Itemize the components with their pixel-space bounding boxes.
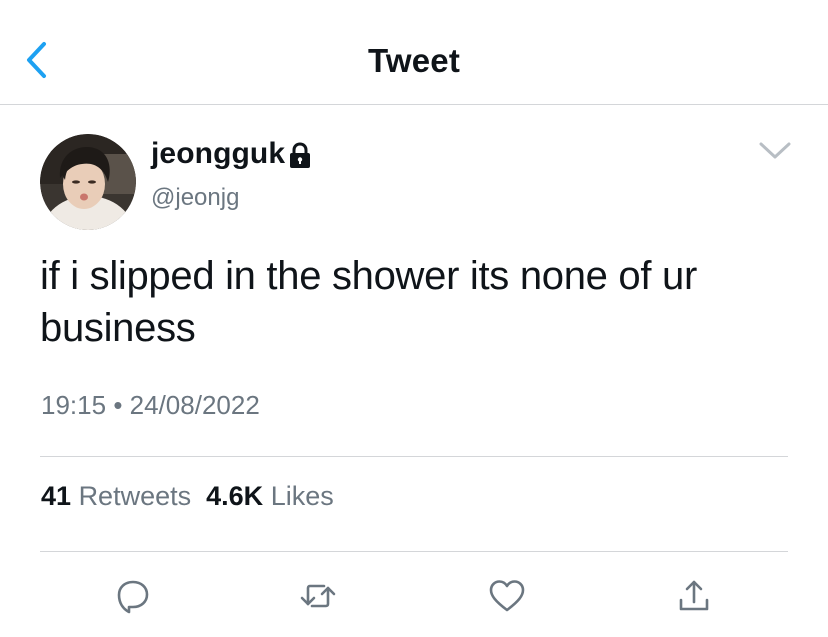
avatar[interactable] xyxy=(40,134,136,230)
author-handle[interactable]: @jeonjg xyxy=(151,184,239,212)
share-button[interactable] xyxy=(674,576,714,616)
tweet-stats: 41 Retweets 4.6K Likes xyxy=(41,481,334,512)
reply-icon xyxy=(117,580,149,614)
separator-dot: • xyxy=(113,390,123,420)
likes-stat[interactable]: 4.6K Likes xyxy=(206,481,334,511)
header: Tweet xyxy=(0,0,828,105)
lock-icon xyxy=(288,141,312,171)
retweet-icon xyxy=(300,584,336,608)
divider xyxy=(40,456,788,457)
likes-label: Likes xyxy=(270,481,334,511)
likes-count: 4.6K xyxy=(206,481,264,511)
retweets-count: 41 xyxy=(41,481,72,511)
retweets-stat[interactable]: 41 Retweets xyxy=(41,481,191,511)
chevron-down-icon xyxy=(759,142,791,159)
tweet-timestamp[interactable]: 19:15 • 24/08/2022 xyxy=(41,390,260,421)
tweet-text: if i slipped in the shower its none of u… xyxy=(40,254,697,350)
author-display-name[interactable]: jeongguk xyxy=(151,137,312,171)
divider xyxy=(40,551,788,552)
retweet-button[interactable] xyxy=(298,576,338,616)
avatar-image xyxy=(40,134,136,230)
tweet-date: 24/08/2022 xyxy=(129,390,260,420)
tweet-time: 19:15 xyxy=(41,390,107,420)
reply-button[interactable] xyxy=(113,576,153,616)
page-title: Tweet xyxy=(367,42,461,79)
display-name-text: jeongguk xyxy=(151,137,286,170)
like-button[interactable] xyxy=(487,576,527,616)
heart-icon xyxy=(489,580,525,612)
retweets-label: Retweets xyxy=(78,481,192,511)
share-icon xyxy=(679,580,709,611)
more-options-button[interactable] xyxy=(758,140,792,162)
